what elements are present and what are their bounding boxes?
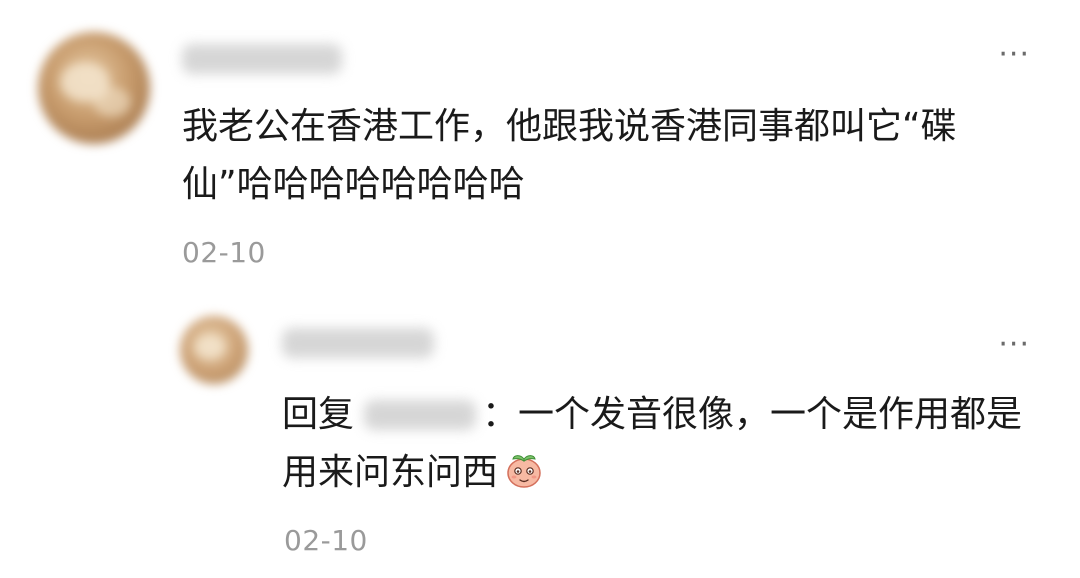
avatar[interactable] — [38, 32, 150, 144]
reply-to-username-blurred[interactable] — [364, 400, 477, 430]
comment-item: ··· 我老公在香港工作，他跟我说香港同事都叫它“碟仙”哈哈哈哈哈哈哈哈 02-… — [0, 0, 1080, 300]
comment-text: 我老公在香港工作，他跟我说香港同事都叫它“碟仙”哈哈哈哈哈哈哈哈 — [182, 106, 957, 205]
more-options-icon[interactable]: ··· — [998, 330, 1030, 360]
reply-item: ··· 回复 ：一个发音很像，一个是作用都是用来问东问西 02-10 — [0, 300, 1080, 578]
reply-prefix: 回复 — [282, 394, 355, 435]
username-blurred[interactable] — [182, 44, 342, 74]
comment-date: 02-10 — [182, 236, 266, 269]
username-blurred[interactable] — [282, 328, 434, 358]
more-options-icon[interactable]: ··· — [998, 40, 1030, 70]
reply-content: 回复 ：一个发音很像，一个是作用都是用来问东问西 — [282, 386, 1042, 502]
avatar[interactable] — [180, 316, 248, 384]
peach-face-emoji-icon — [507, 455, 541, 488]
reply-date: 02-10 — [284, 524, 368, 557]
